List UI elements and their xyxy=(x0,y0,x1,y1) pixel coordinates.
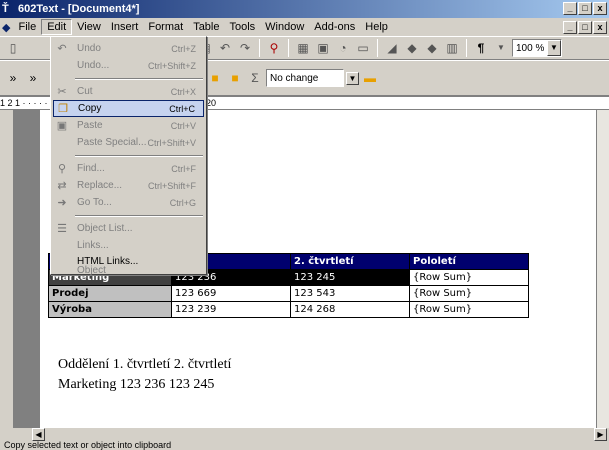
style-value: No change xyxy=(270,72,319,84)
diamond2-icon[interactable]: ◆ xyxy=(423,39,441,57)
shape-icon[interactable]: ◢ xyxy=(383,39,401,57)
edit-menu-dropdown: ↶ Undo Ctrl+Z Undo... Ctrl+Shift+Z ✂ Cut… xyxy=(50,36,207,276)
menu-item-paste[interactable]: ▣ Paste Ctrl+V xyxy=(53,117,204,134)
table-cell[interactable]: Výroba xyxy=(48,301,172,318)
menu-format[interactable]: Format xyxy=(143,20,188,34)
window-title: 602Text - [Document4*] xyxy=(18,3,140,15)
zoom-dropdown-icon[interactable]: ▼ xyxy=(547,40,561,56)
menu-file[interactable]: File xyxy=(13,20,41,34)
menu-tools[interactable]: Tools xyxy=(224,20,260,34)
style-dropdown-icon[interactable]: ▼ xyxy=(346,71,359,85)
menu-insert[interactable]: Insert xyxy=(106,20,144,34)
object-list-icon: ☰ xyxy=(57,223,67,235)
table-header-cell[interactable]: Pololetí xyxy=(409,253,529,270)
find-icon: ⚲ xyxy=(57,163,67,175)
scissors-icon: ✂ xyxy=(57,86,67,98)
menu-bar: ◆ File Edit View Insert Format Table Too… xyxy=(0,18,609,36)
title-bar: Ť 602Text - [Document4*] _ □ x xyxy=(0,0,609,18)
goto-icon: ➜ xyxy=(57,197,67,209)
columns-icon[interactable]: ▥ xyxy=(443,39,461,57)
table-cell[interactable]: 123 543 xyxy=(290,285,410,302)
close-button[interactable]: x xyxy=(593,2,607,15)
menu-item-links[interactable]: Links... xyxy=(53,237,204,254)
paragraph-icon[interactable]: ¶ xyxy=(472,39,490,57)
hyperlink-icon[interactable]: ⚲ xyxy=(265,39,283,57)
menu-item-copy[interactable]: ❐ Copy Ctrl+C xyxy=(53,100,204,117)
menu-add-ons[interactable]: Add-ons xyxy=(309,20,360,34)
vertical-scrollbar[interactable] xyxy=(596,110,609,428)
menu-table[interactable]: Table xyxy=(188,20,224,34)
menu-window[interactable]: Window xyxy=(260,20,309,34)
table-icon[interactable]: ▦ xyxy=(294,39,312,57)
zoom-select[interactable]: 100 % ▼ xyxy=(512,39,562,57)
vertical-ruler xyxy=(0,110,14,428)
menu-item-object-list[interactable]: ☰ Object List... xyxy=(53,220,204,237)
app-icon: Ť xyxy=(2,2,9,15)
menu-view[interactable]: View xyxy=(72,20,106,34)
chevron-down-icon[interactable]: ▼ xyxy=(492,39,510,57)
sum-icon[interactable]: Σ xyxy=(246,69,264,87)
table-cell[interactable]: 124 268 xyxy=(290,301,410,318)
scroll-left-icon[interactable]: ◀ xyxy=(32,428,45,441)
table-cell[interactable]: 123 669 xyxy=(171,285,291,302)
diamond-icon[interactable]: ◆ xyxy=(403,39,421,57)
document-text[interactable]: Oddělení 1. čtvrtletí 2. čtvrtletí Marke… xyxy=(58,355,231,395)
maximize-button[interactable]: □ xyxy=(578,2,592,15)
menu-item-paste-special[interactable]: Paste Special... Ctrl+Shift+V xyxy=(53,134,204,151)
menu-item-goto[interactable]: ➜ Go To... Ctrl+G xyxy=(53,194,204,211)
table-cell[interactable]: {Row Sum} xyxy=(409,285,529,302)
style-select[interactable]: No change xyxy=(266,69,344,87)
paste-icon: ▣ xyxy=(56,120,68,132)
overflow2-icon[interactable]: » xyxy=(24,69,42,87)
doc-minimize-button[interactable]: _ xyxy=(563,21,577,34)
table-row: Prodej 123 669 123 543 {Row Sum} xyxy=(48,285,529,302)
table-header-cell[interactable]: 2. čtvrtletí xyxy=(290,253,410,270)
text-line: Oddělení 1. čtvrtletí 2. čtvrtletí xyxy=(58,357,232,372)
table-cell[interactable]: {Row Sum} xyxy=(409,269,529,286)
undo-icon[interactable]: ↶ xyxy=(216,39,234,57)
color-box-icon[interactable]: ■ xyxy=(206,69,224,87)
menu-item-undo[interactable]: ↶ Undo Ctrl+Z xyxy=(53,40,204,57)
menu-help[interactable]: Help xyxy=(360,20,393,34)
redo-icon[interactable]: ↷ xyxy=(236,39,254,57)
cell-format-icon[interactable]: ▬ xyxy=(361,69,379,87)
status-bar: Copy selected text or object into clipbo… xyxy=(0,441,609,450)
scroll-right-icon[interactable]: ▶ xyxy=(594,428,607,441)
menu-item-object[interactable]: Object xyxy=(53,265,204,276)
image-icon[interactable]: ▣ xyxy=(314,39,332,57)
menu-item-undo-dialog[interactable]: Undo... Ctrl+Shift+Z xyxy=(53,57,204,74)
overflow-icon[interactable]: » xyxy=(4,69,22,87)
menu-item-find[interactable]: ⚲ Find... Ctrl+F xyxy=(53,160,204,177)
new-icon[interactable]: ▯ xyxy=(4,39,22,57)
zoom-value: 100 % xyxy=(516,42,545,54)
table-cell[interactable]: {Row Sum} xyxy=(409,301,529,318)
table-cell[interactable]: 123 239 xyxy=(171,301,291,318)
horizontal-scrollbar[interactable]: ◀ ▶ xyxy=(0,428,609,441)
table-cell[interactable]: Prodej xyxy=(48,285,172,302)
chart-icon[interactable]: ◔ xyxy=(334,39,352,57)
doc-menu-icon[interactable]: ◆ xyxy=(2,21,10,34)
minimize-button[interactable]: _ xyxy=(563,2,577,15)
menu-item-cut[interactable]: ✂ Cut Ctrl+X xyxy=(53,83,204,100)
menu-edit[interactable]: Edit xyxy=(41,19,73,35)
doc-close-button[interactable]: x xyxy=(593,21,607,34)
table-row: Výroba 123 239 124 268 {Row Sum} xyxy=(48,301,529,318)
replace-icon: ⇄ xyxy=(57,180,67,192)
color-box2-icon[interactable]: ■ xyxy=(226,69,244,87)
table-cell[interactable]: 123 245 xyxy=(290,269,410,286)
text-line: Marketing 123 236 123 245 xyxy=(58,377,215,392)
menu-item-replace[interactable]: ⇄ Replace... Ctrl+Shift+F xyxy=(53,177,204,194)
copy-icon: ❐ xyxy=(58,103,68,115)
frame-icon[interactable]: ▭ xyxy=(354,39,372,57)
undo-icon: ↶ xyxy=(57,43,67,55)
doc-maximize-button[interactable]: □ xyxy=(578,21,592,34)
